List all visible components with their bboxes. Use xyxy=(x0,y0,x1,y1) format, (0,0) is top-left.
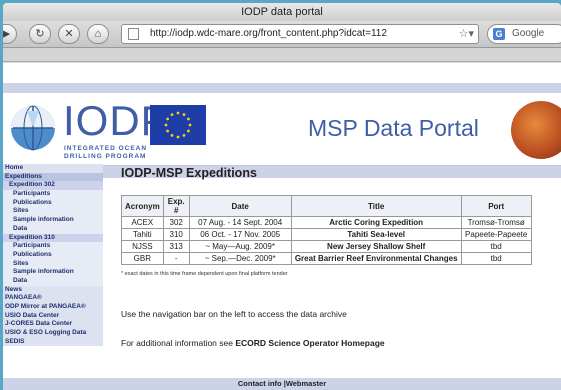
table-cell: New Jersey Shallow Shelf xyxy=(290,240,462,253)
table-cell: Papeete-Papeete xyxy=(460,228,532,241)
table-cell: GBR xyxy=(121,252,164,265)
sidebar-item[interactable]: Publications xyxy=(3,198,103,208)
reload-button[interactable]: ↻ xyxy=(29,24,51,44)
sidebar-item[interactable]: Publications xyxy=(3,250,103,260)
sidebar-item[interactable]: J-CORES Data Center xyxy=(3,320,103,330)
table-cell: Great Barrier Reef Environmental Changes xyxy=(290,252,462,265)
bookmarks-bar xyxy=(3,48,561,62)
sidebar-item[interactable]: Home xyxy=(3,164,103,173)
iodp-logo-subtitle: INTEGRATED OCEAN DRILLING PROGRAM xyxy=(64,145,148,160)
bookmark-star-icon[interactable]: ☆▾ xyxy=(459,25,474,43)
sidebar-item[interactable]: Sample information xyxy=(3,216,103,225)
table-cell: Tahiti Sea-level xyxy=(290,228,462,241)
table-header-row: Acronym Exp. # Date Title Port xyxy=(121,195,532,217)
portal-title: MSP Data Portal xyxy=(308,115,479,141)
page-footer: Contact info |Webmaster xyxy=(3,378,561,390)
contact-info-link[interactable]: Contact info xyxy=(238,379,282,388)
table-cell: 06 Oct. - 17 Nov. 2005 xyxy=(188,228,292,241)
stop-button[interactable]: ✕ xyxy=(58,24,80,44)
table-cell: ~ May—Aug. 2009* xyxy=(188,240,292,253)
table-cell: 302 xyxy=(162,216,190,229)
info-text: For additional information see ECORD Sci… xyxy=(121,338,385,348)
sidebar-item[interactable]: USIO & ESO Logging Data xyxy=(3,329,103,338)
back-button[interactable]: ▶ xyxy=(3,24,17,44)
iodp-logo-icon[interactable] xyxy=(7,103,59,153)
window-title: IODP data portal xyxy=(3,3,561,21)
table-cell: 310 xyxy=(162,228,190,241)
table-header-cell: Acronym xyxy=(121,195,164,217)
address-url: http://iodp.wdc-mare.org/front_content.p… xyxy=(150,28,387,39)
google-icon: G xyxy=(493,28,505,40)
sidebar-item[interactable]: Participants xyxy=(3,190,103,199)
ecord-logo-icon[interactable] xyxy=(511,101,561,159)
ecord-homepage-link[interactable]: ECORD Science Operator Homepage xyxy=(235,338,384,348)
table-row: Tahiti 310 06 Oct. - 17 Nov. 2005 Tahiti Se… xyxy=(121,228,532,241)
table-cell: tbd xyxy=(460,252,532,265)
sidebar-item[interactable]: Expedition 302 xyxy=(3,181,103,191)
sidebar-item[interactable]: Sites xyxy=(3,259,103,269)
address-bar[interactable]: http://iodp.wdc-mare.org/front_content.p… xyxy=(121,24,479,44)
expeditions-table: Acronym Exp. # Date Title Port ACEX 302 07 Aug… xyxy=(121,195,532,265)
table-row: ACEX 302 07 Aug. - 14 Sept. 2004 Arctic Cor… xyxy=(121,216,532,229)
sidebar-item[interactable]: PANGAEA® xyxy=(3,294,103,303)
search-box[interactable]: G Google xyxy=(487,24,561,44)
table-row: GBR - ~ Sep.—Dec. 2009* Great Barrier Reef … xyxy=(121,252,532,265)
sidebar-item[interactable]: ODP Mirror at PANGAEA® xyxy=(3,303,103,312)
sidebar-item[interactable]: Data xyxy=(3,224,103,234)
home-button[interactable]: ⌂ xyxy=(87,24,109,44)
sidebar-item[interactable]: Expeditions xyxy=(3,172,103,182)
header-stripe xyxy=(3,83,561,93)
table-cell: Tromsø-Tromsø xyxy=(460,216,532,229)
table-row: NJSS 313 ~ May—Aug. 2009* New Jersey Shallo… xyxy=(121,240,532,253)
table-header-cell: Port xyxy=(460,195,532,217)
webmaster-link[interactable]: Webmaster xyxy=(286,379,326,388)
search-placeholder: Google xyxy=(512,28,545,39)
table-cell: 313 xyxy=(162,240,190,253)
table-cell: ACEX xyxy=(121,216,164,229)
table-cell: ~ Sep.—Dec. 2009* xyxy=(188,252,292,265)
sidebar-item[interactable]: Expedition 310 xyxy=(3,233,103,243)
sidebar-item[interactable]: Sites xyxy=(3,207,103,217)
table-cell: tbd xyxy=(460,240,532,253)
info-prefix: For additional information see xyxy=(121,338,236,348)
table-header-cell: Title xyxy=(290,195,462,217)
nav-hint-text: Use the navigation bar on the left to ac… xyxy=(121,309,347,319)
table-header-cell: Date xyxy=(188,195,292,217)
table-cell: Tahiti xyxy=(121,228,164,241)
sidebar-item[interactable]: News xyxy=(3,285,103,295)
sidebar-item[interactable]: Participants xyxy=(3,242,103,251)
main-content: IODP-MSP Expeditions Acronym Exp. # Date Ti… xyxy=(121,166,561,348)
page-icon xyxy=(128,28,139,40)
table-cell: NJSS xyxy=(121,240,164,253)
table-header-cell: Exp. # xyxy=(162,195,190,217)
browser-window: IODP data portal ▶ ↻ ✕ ⌂ http://iodp.wdc… xyxy=(3,3,561,390)
table-body: ACEX 302 07 Aug. - 14 Sept. 2004 Arctic Cor… xyxy=(121,216,532,265)
table-cell: - xyxy=(162,252,190,265)
table-footnote: * exact dates in this time frame depende… xyxy=(121,271,288,277)
table-cell: Arctic Coring Expedition xyxy=(290,216,462,229)
eu-flag-icon xyxy=(150,105,206,145)
sidebar-item[interactable]: Sample information xyxy=(3,268,103,277)
site-header: IODP INTEGRATED OCEAN DRILLING PROGRAM M… xyxy=(3,93,561,166)
page-heading: IODP-MSP Expeditions xyxy=(121,166,257,180)
sidebar-item[interactable]: SEDIS xyxy=(3,337,103,347)
browser-toolbar: ▶ ↻ ✕ ⌂ http://iodp.wdc-mare.org/front_c… xyxy=(3,21,561,48)
table-cell: 07 Aug. - 14 Sept. 2004 xyxy=(188,216,292,229)
sidebar-item[interactable]: Data xyxy=(3,276,103,286)
sidebar-nav: Home Expeditions Expedition 302 Participant… xyxy=(3,164,103,390)
sidebar-item[interactable]: USIO Data Center xyxy=(3,311,103,321)
